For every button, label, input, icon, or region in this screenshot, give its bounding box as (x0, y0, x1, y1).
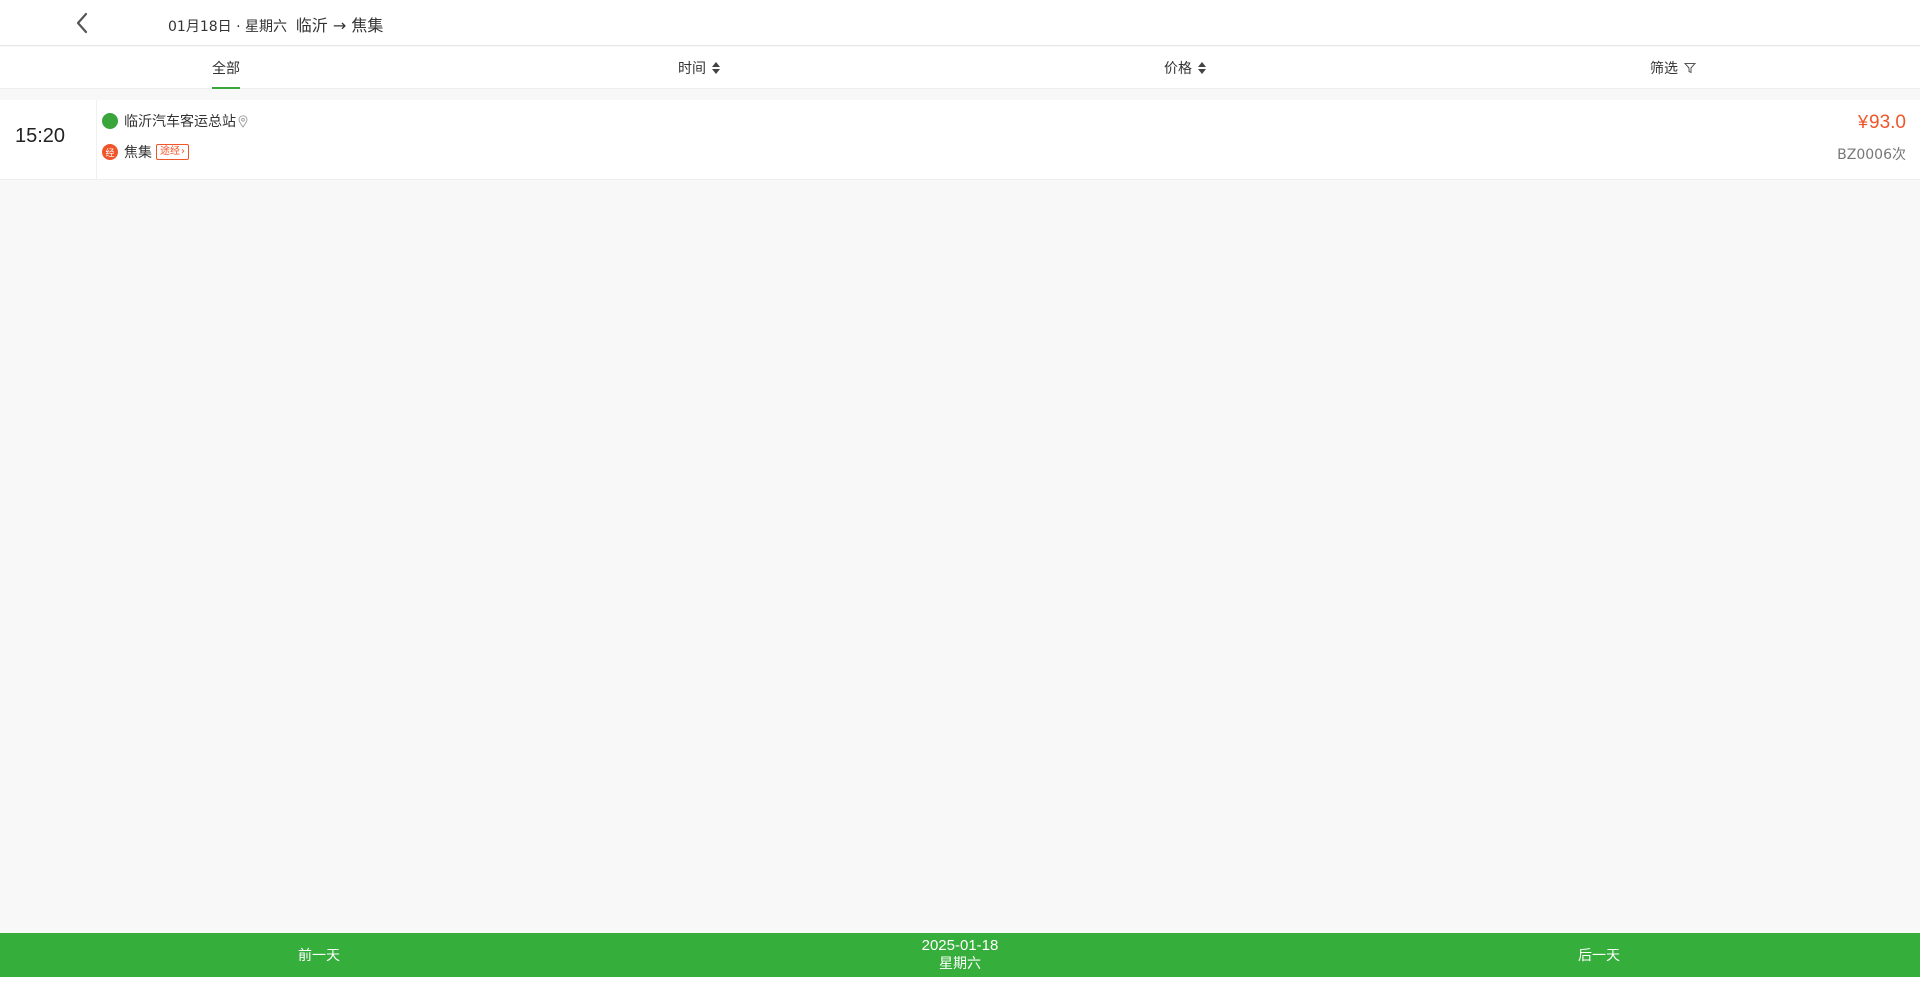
arrival-stop: 经 焦集 途经 › (102, 142, 189, 162)
tab-all[interactable]: 全部 (212, 47, 240, 89)
filter-icon (1684, 63, 1696, 74)
header-route: 临沂 → 焦集 (295, 16, 384, 35)
header: 01月18日 · 星期六 临沂 → 焦集 (0, 0, 1920, 46)
chevron-left-icon (76, 12, 88, 34)
active-tab-indicator (212, 87, 240, 89)
current-weekday: 星期六 (939, 956, 981, 972)
tab-all-label: 全部 (212, 61, 240, 77)
bottom-spacer (0, 977, 1920, 999)
tab-time-label: 时间 (678, 61, 706, 77)
tab-price[interactable]: 价格 (1164, 47, 1206, 89)
trip-list: 15:20 临沂汽车客运总站 经 焦集 途经 › ¥93.0 BZ0006次 (0, 100, 1920, 180)
current-date[interactable]: 2025-01-18 星期六 (0, 936, 1920, 974)
departure-dot-icon (102, 113, 118, 129)
tab-filter[interactable]: 筛选 (1650, 47, 1696, 89)
tab-time[interactable]: 时间 (678, 47, 720, 89)
trip-row[interactable]: 15:20 临沂汽车客运总站 经 焦集 途经 › ¥93.0 BZ0006次 (0, 100, 1920, 180)
tab-price-label: 价格 (1164, 61, 1192, 77)
current-date-value: 2025-01-18 (921, 937, 999, 954)
next-day-button[interactable]: 后一天 (1578, 933, 1620, 977)
tab-filter-label: 筛选 (1650, 61, 1678, 77)
sort-icon (712, 62, 720, 74)
departure-station-name: 临沂汽车客运总站 (124, 114, 236, 130)
trip-departure-time: 15:20 (15, 125, 66, 147)
location-pin-icon[interactable] (238, 114, 248, 128)
currency-symbol: ¥ (1858, 112, 1869, 132)
departure-stop: 临沂汽车客运总站 (102, 111, 248, 131)
ticket-price: ¥93.0 (1858, 112, 1906, 134)
price-value: 93.0 (1869, 112, 1906, 133)
sort-tabs: 全部 时间 价格 筛选 (0, 47, 1920, 89)
date-navigation-bar: 前一天 2025-01-18 星期六 后一天 (0, 933, 1920, 977)
sort-icon (1198, 62, 1206, 74)
via-stops-tag[interactable]: 途经 › (156, 144, 189, 160)
via-tag-label: 途经 (160, 146, 180, 157)
page-title: 01月18日 · 星期六 临沂 → 焦集 (168, 12, 383, 36)
page: 01月18日 · 星期六 临沂 → 焦集 全部 时间 价格 筛选 15:20 临… (0, 0, 1920, 999)
bus-number: BZ0006次 (1837, 147, 1906, 163)
arrival-station-name: 焦集 (124, 145, 152, 161)
pass-through-badge: 经 (102, 144, 118, 160)
back-button[interactable] (64, 8, 100, 38)
header-date: 01月18日 · 星期六 (168, 19, 287, 35)
divider (96, 100, 97, 180)
chevron-right-icon: › (181, 146, 185, 157)
